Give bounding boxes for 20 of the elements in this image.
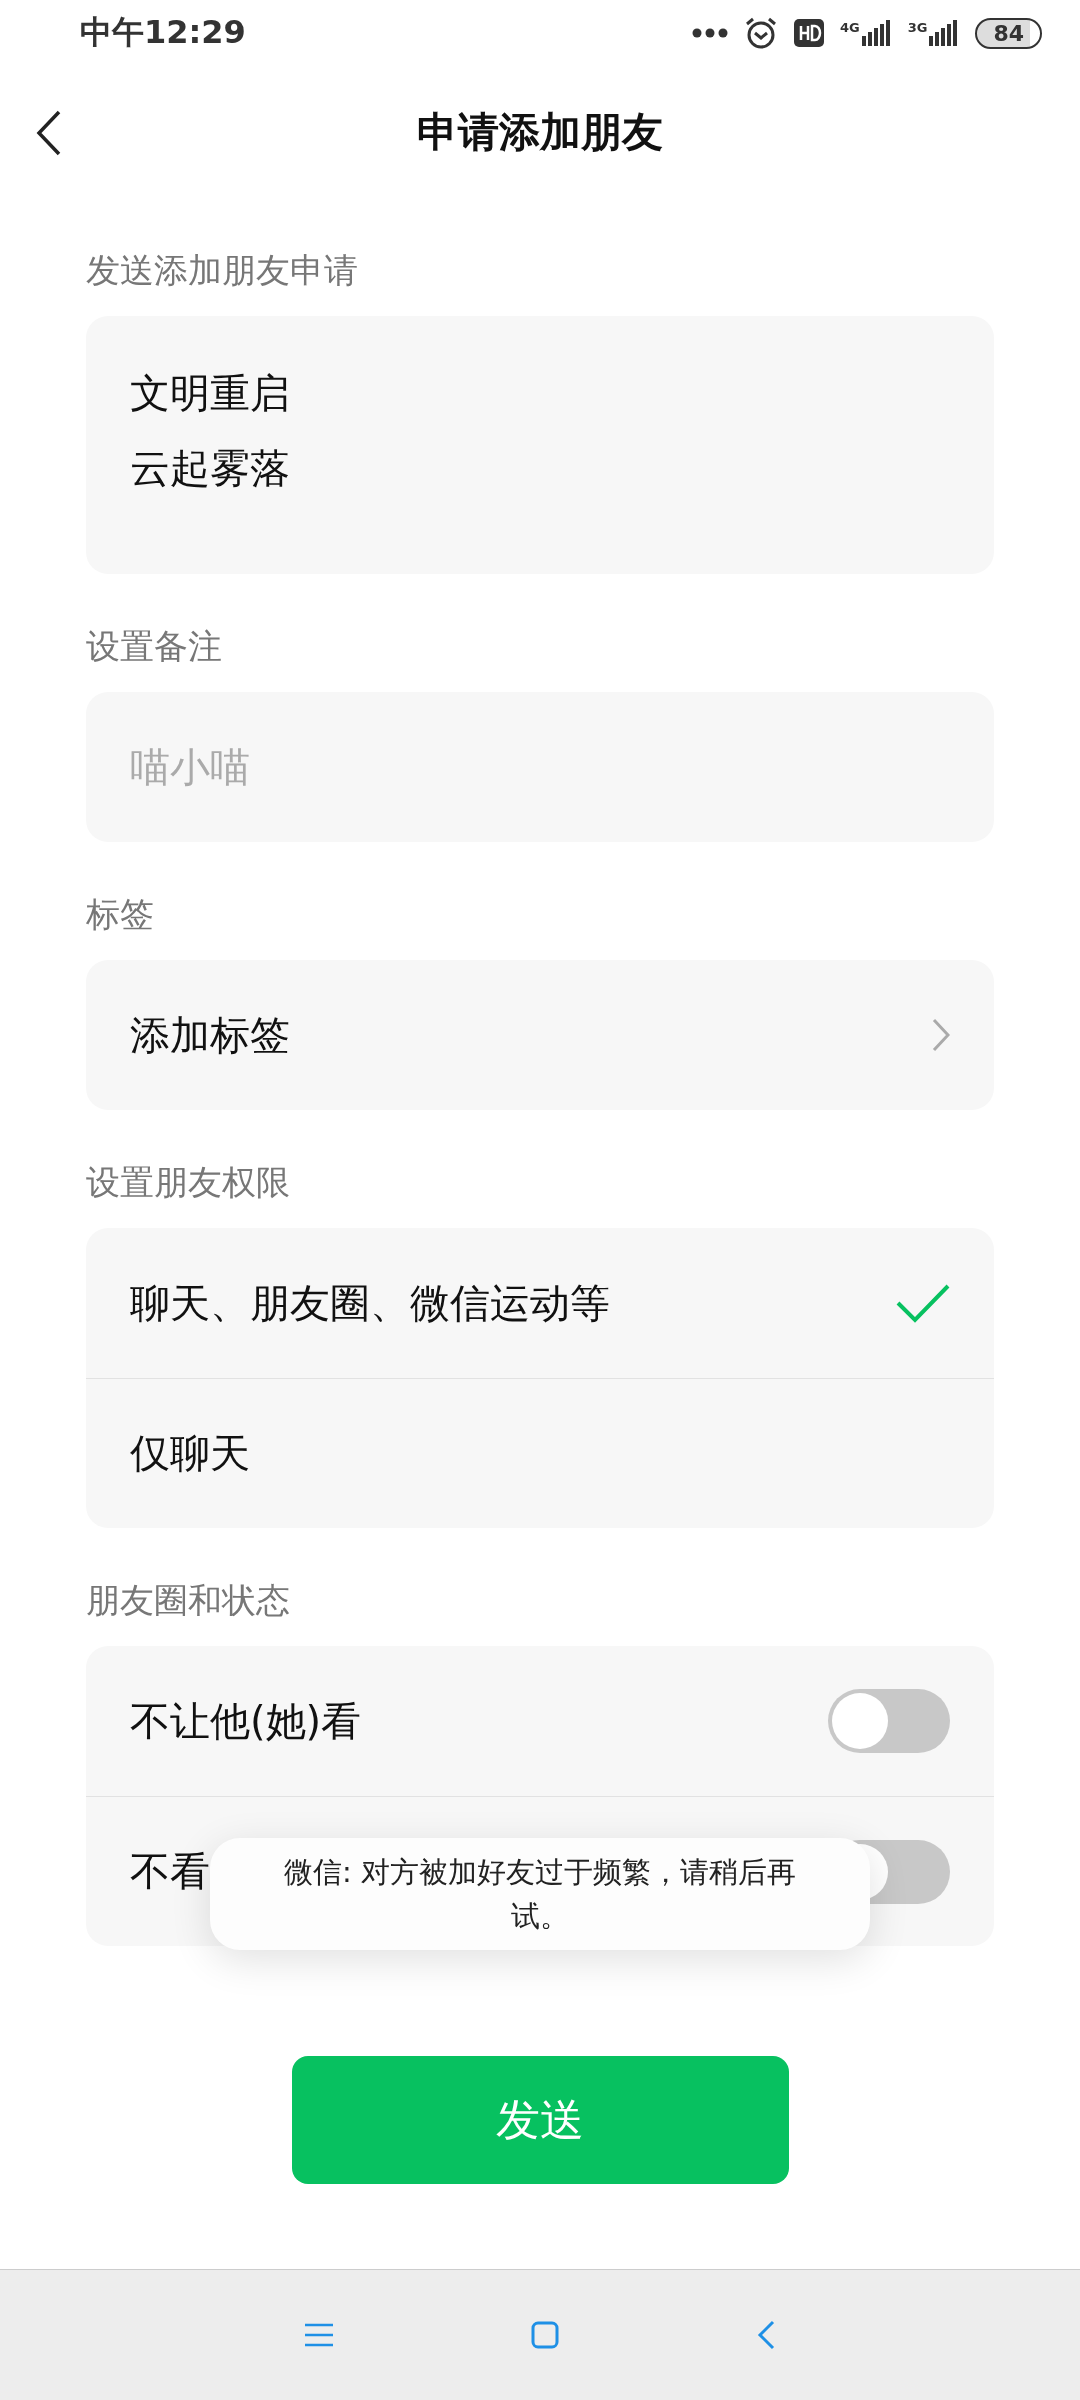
remark-field[interactable]: 喵小喵 [86, 692, 994, 842]
toast-message: 微信: 对方被加好友过于频繁，请稍后再试。 [210, 1838, 870, 1950]
switch-label: 不看 [130, 1847, 210, 1896]
section-label: 设置朋友权限 [86, 1161, 291, 1204]
section-label: 朋友圈和状态 [86, 1579, 291, 1622]
message-line: 云起雾落 [130, 444, 291, 493]
battery-indicator: 84 [975, 17, 1042, 49]
network-label: 3G [907, 20, 928, 35]
add-tag-row[interactable]: 添加标签 [86, 960, 994, 1110]
network-label: 4G [839, 20, 860, 35]
section-label: 发送添加朋友申请 [86, 249, 359, 292]
section-label: 设置备注 [86, 625, 223, 668]
section-label: 标签 [86, 893, 155, 936]
message-field[interactable]: 文明重启 云起雾落 [86, 316, 994, 574]
permission-option[interactable]: 仅聊天 [86, 1378, 994, 1528]
status-time: 中午12:29 [80, 12, 246, 53]
page-title: 申请添加朋友 [417, 106, 663, 158]
switch-label: 不让他(她)看 [130, 1696, 362, 1746]
permission-option[interactable]: 聊天、朋友圈、微信运动等 [86, 1228, 994, 1378]
message-line: 文明重启 [130, 369, 291, 418]
